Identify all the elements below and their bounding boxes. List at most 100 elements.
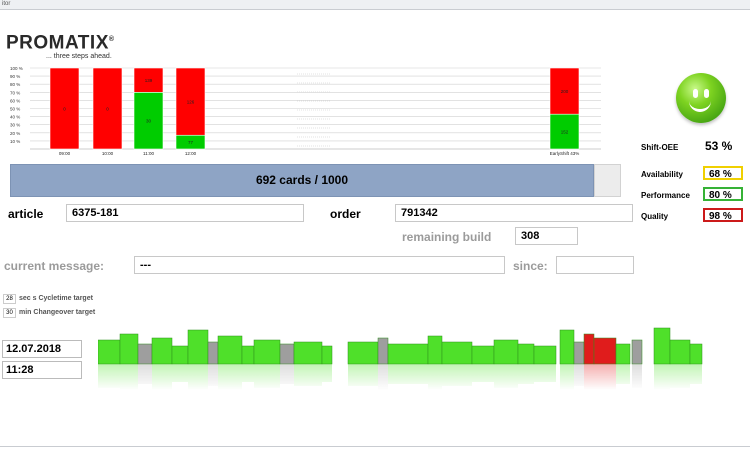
- machine-reflection-block: [218, 364, 242, 390]
- date-display: 12.07.2018: [2, 340, 82, 358]
- quality-value: 98 %: [703, 208, 743, 222]
- machine-block: [119, 333, 139, 365]
- machine-reflection-block: [322, 364, 332, 382]
- y-tick-label: 20 %: [10, 131, 20, 136]
- cycletime-target-label: sec s Cycletime target: [19, 295, 93, 302]
- order-label: order: [330, 207, 361, 221]
- machine-block: [471, 345, 495, 365]
- machine-row: [98, 327, 703, 365]
- machine-block: [559, 329, 575, 365]
- x-tick-label: EarlyShift 43%: [550, 151, 580, 156]
- machine-block: [217, 335, 243, 365]
- since-field[interactable]: [556, 256, 634, 274]
- x-tick-label: 12:00: [185, 151, 197, 156]
- machine-block: [517, 343, 535, 365]
- machine-reflection-block: [494, 364, 518, 388]
- machine-reflection-block: [294, 364, 322, 386]
- machine-block: [279, 343, 295, 365]
- remaining-build-label: remaining build: [402, 230, 492, 244]
- promatix-logo: PROMATIX® ... three steps ahead.: [6, 30, 115, 61]
- logo-name: PROMATIX: [6, 32, 109, 54]
- remaining-build-field[interactable]: 308: [515, 227, 578, 245]
- machine-block: [493, 339, 519, 365]
- changeover-target-value: 30: [3, 308, 16, 318]
- article-label: article: [8, 207, 44, 221]
- performance-label: Performance: [641, 191, 690, 200]
- performance-value: 80 %: [703, 187, 743, 201]
- data-label: 152: [561, 130, 569, 135]
- logo-registered: ®: [108, 36, 115, 43]
- machine-reflection-block: [280, 364, 294, 384]
- machine-reflection-block: [120, 364, 138, 390]
- machine-block: [631, 339, 643, 365]
- production-line-graphic: [98, 327, 703, 390]
- time-display: 11:28: [2, 361, 82, 379]
- shift-oee-value: 53 %: [705, 139, 733, 153]
- y-tick-label: 90 %: [10, 74, 20, 79]
- machine-reflection-block: [208, 364, 218, 386]
- data-label: 139: [145, 78, 153, 83]
- machine-reflection-block: [654, 364, 670, 390]
- shift-oee-label: Shift-OEE: [641, 143, 679, 152]
- y-tick-label: 80 %: [10, 82, 20, 87]
- machine-block: [321, 345, 333, 365]
- machine-reflection-block: [152, 364, 172, 390]
- machine-block: [689, 343, 703, 365]
- window-bottom-border: [0, 446, 750, 447]
- machine-reflection-block: [518, 364, 534, 384]
- machine-reflection-block: [378, 364, 388, 390]
- x-tick-label: 10:00: [102, 151, 114, 156]
- x-tick-label: 11:00: [143, 151, 154, 156]
- y-tick-label: 70 %: [10, 90, 20, 95]
- machine-block: [207, 341, 219, 365]
- machine-reflection-block: [388, 364, 428, 384]
- machine-reflection-block: [574, 364, 584, 386]
- machine-block: [187, 329, 209, 365]
- machine-reflection-block: [690, 364, 702, 384]
- y-tick-label: 30 %: [10, 123, 20, 128]
- availability-label: Availability: [641, 170, 683, 179]
- machine-block: [171, 345, 189, 365]
- y-tick-label: 100 %: [10, 66, 23, 71]
- current-message-label: current message:: [4, 259, 105, 273]
- machine-reflection-block: [428, 364, 442, 390]
- machine-reflection-block: [242, 364, 254, 382]
- data-label: 200: [561, 89, 569, 94]
- machine-reflection-block: [670, 364, 690, 388]
- machine-block: [377, 337, 389, 365]
- smiley-icon: [676, 73, 726, 123]
- data-label: 126: [187, 100, 195, 105]
- machine-reflection-block: [632, 364, 642, 388]
- machine-block: [98, 339, 121, 365]
- since-label: since:: [513, 259, 548, 273]
- machine-reflection-block: [254, 364, 280, 388]
- machine-block: [347, 341, 379, 365]
- window-titlebar: itor: [0, 0, 750, 10]
- machine-block: [387, 343, 429, 365]
- cards-progress-bar: 692 cards / 1000: [10, 164, 594, 197]
- changeover-target-label: min Changeover target: [19, 309, 96, 316]
- machine-reflection-block: [594, 364, 616, 390]
- machine-block: [669, 339, 691, 365]
- window-title: itor: [2, 1, 11, 7]
- article-field[interactable]: 6375-181: [66, 204, 304, 222]
- order-field[interactable]: 791342: [395, 204, 633, 222]
- machine-reflection-block: [98, 364, 120, 388]
- machine-reflection-block: [188, 364, 208, 390]
- machine-reflection-block: [442, 364, 472, 386]
- machine-block: [653, 327, 671, 365]
- machine-reflection-block: [348, 364, 378, 386]
- machine-block: [293, 341, 323, 365]
- machine-block: [573, 341, 585, 365]
- machine-reflection-block: [172, 364, 188, 382]
- cards-progress-remainder: [594, 164, 621, 197]
- quality-label: Quality: [641, 212, 669, 221]
- machine-block: [615, 343, 631, 365]
- machine-block: [241, 345, 255, 365]
- machine-reflection: [98, 364, 702, 390]
- machine-block: [137, 343, 153, 365]
- machine-reflection-block: [584, 364, 594, 390]
- machine-reflection-block: [616, 364, 630, 384]
- current-message-field[interactable]: ---: [134, 256, 505, 274]
- machine-reflection-block: [560, 364, 574, 390]
